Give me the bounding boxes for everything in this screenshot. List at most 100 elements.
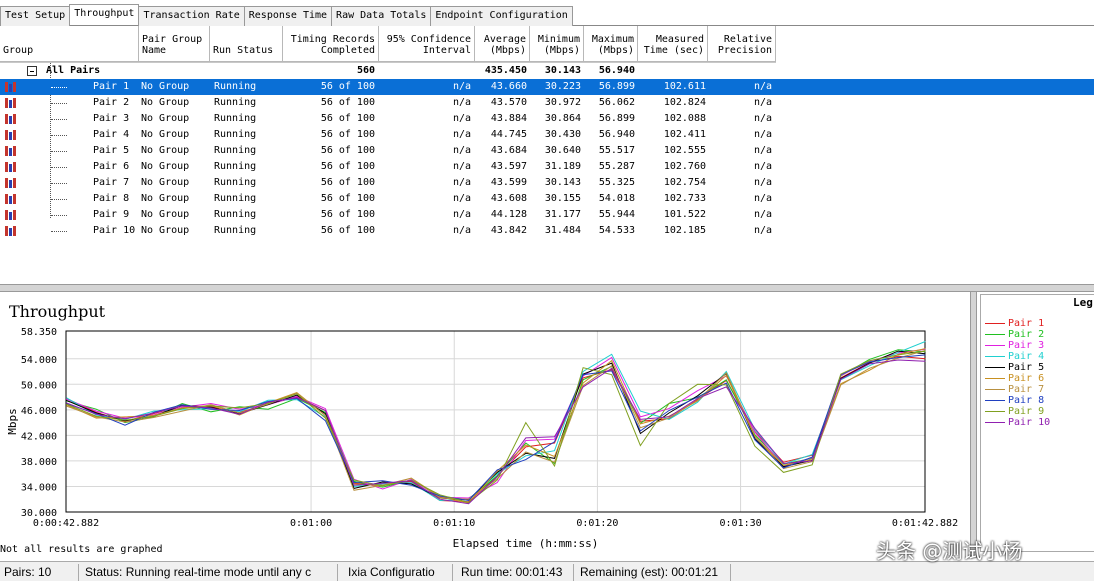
column-header-pair-group-name[interactable]: Pair Group Name — [139, 26, 210, 62]
legend-swatch — [985, 378, 1005, 379]
y-axis-label: Mbps — [6, 408, 19, 435]
cell-maximum: 55.944 — [598, 209, 635, 220]
horizontal-splitter[interactable] — [0, 284, 1094, 292]
cell-average: 43.884 — [490, 113, 527, 124]
x-tick-label: 0:01:00 — [290, 518, 332, 529]
table-row[interactable]: Pair 10 No Group Running 56 of 100 n/a 43.842… — [0, 223, 1094, 239]
table-row[interactable]: Pair 9 No Group Running 56 of 100 n/a 44.128 3… — [0, 207, 1094, 223]
cell-timing-records: 56 of 100 — [320, 193, 375, 204]
cell-minimum: 31.189 — [544, 161, 581, 172]
tab-raw-data-totals[interactable]: Raw Data Totals — [331, 6, 432, 26]
tab-endpoint-configuration[interactable]: Endpoint Configuration — [430, 6, 573, 26]
cell-pair-name: Pair 4 — [93, 129, 130, 140]
x-tick-label: 0:00:42.882 — [33, 518, 99, 529]
tree-branch — [51, 167, 67, 168]
cell-confidence-interval: n/a — [452, 225, 471, 236]
column-header-label: Name — [142, 45, 167, 56]
cell-minimum: 31.177 — [544, 209, 581, 220]
cell-run-status: Running — [214, 177, 257, 188]
legend-title: Leg — [1073, 296, 1093, 309]
column-header-label: (Mbps) — [597, 45, 634, 56]
tab-test-setup[interactable]: Test Setup — [0, 6, 71, 26]
legend-swatch — [985, 356, 1005, 357]
column-header-label: Maximum — [591, 34, 634, 45]
x-tick-label: 0:01:20 — [576, 518, 618, 529]
column-header-timing-records[interactable]: Timing Records Completed — [283, 26, 379, 62]
status-run-time: Run time: 00:01:43 — [457, 564, 574, 581]
cell-pair-group: No Group — [141, 129, 190, 140]
cell-pair-group: No Group — [141, 113, 190, 124]
vertical-splitter[interactable] — [970, 292, 977, 558]
legend-swatch — [985, 323, 1005, 324]
table-row[interactable]: Pair 7 No Group Running 56 of 100 n/a 43.599 3… — [0, 175, 1094, 191]
y-tick-label: 54.000 — [21, 355, 57, 366]
cell-average: 43.599 — [490, 177, 527, 188]
table-row[interactable]: Pair 3 No Group Running 56 of 100 n/a 43.884 3… — [0, 111, 1094, 127]
cell-pair-group: No Group — [141, 145, 190, 156]
cell-average: 43.660 — [490, 81, 527, 92]
legend-swatch — [985, 400, 1005, 401]
pair-chart-icon — [5, 82, 16, 92]
status-configuration: Ixia Configuratio — [344, 564, 453, 581]
cell-measured-time: 102.088 — [663, 113, 706, 124]
cell-run-status: Running — [214, 81, 257, 92]
status-remaining: Remaining (est): 00:01:21 — [576, 564, 731, 581]
tab-transaction-rate[interactable]: Transaction Rate — [138, 6, 245, 26]
column-header-relative-precision[interactable]: Relative Precision — [708, 26, 776, 62]
tree-branch — [51, 183, 67, 184]
status-run-state: Status: Running real-time mode until any… — [81, 564, 338, 581]
watermark: 头条 @测试小杨 — [876, 539, 1023, 563]
pair-chart-icon — [5, 194, 16, 204]
legend-label: Pair 6 — [1008, 373, 1045, 384]
column-header-group[interactable]: Group — [0, 26, 139, 62]
cell-pair-group: No Group — [141, 209, 190, 220]
cell-timing-records: 56 of 100 — [320, 97, 375, 108]
tab-response-time[interactable]: Response Time — [243, 6, 333, 26]
cell-confidence-interval: n/a — [452, 113, 471, 124]
y-tick-label: 50.000 — [21, 380, 57, 391]
cell-average: 43.842 — [490, 225, 527, 236]
summary-records: 560 — [356, 65, 375, 76]
tree-branch — [51, 151, 67, 152]
collapse-toggle-icon[interactable] — [27, 66, 37, 76]
cell-run-status: Running — [214, 209, 257, 220]
column-header-label: Precision — [717, 45, 772, 56]
column-header-maximum[interactable]: Maximum (Mbps) — [584, 26, 638, 62]
cell-measured-time: 102.754 — [663, 177, 706, 188]
cell-average: 44.745 — [490, 129, 527, 140]
plot-frame — [65, 330, 926, 513]
column-header-confidence-interval[interactable]: 95% Confidence Interval — [379, 26, 475, 62]
table-row[interactable]: Pair 6 No Group Running 56 of 100 n/a 43.597 3… — [0, 159, 1094, 175]
cell-pair-name: Pair 6 — [93, 161, 130, 172]
legend-label: Pair 4 — [1008, 351, 1045, 362]
column-header-minimum[interactable]: Minimum (Mbps) — [530, 26, 584, 62]
column-header-measured-time[interactable]: Measured Time (sec) — [638, 26, 708, 62]
summary-average: 435.450 — [484, 65, 527, 76]
summary-row[interactable]: All Pairs 560 435.450 30.143 56.940 — [0, 63, 1094, 79]
legend-swatch — [985, 422, 1005, 423]
table-row[interactable]: Pair 5 No Group Running 56 of 100 n/a 43.684 3… — [0, 143, 1094, 159]
cell-relative-precision: n/a — [753, 81, 772, 92]
column-header-label: Average — [483, 34, 526, 45]
table-row[interactable]: Pair 4 No Group Running 56 of 100 n/a 44.745 3… — [0, 127, 1094, 143]
column-header-average[interactable]: Average (Mbps) — [475, 26, 530, 62]
table-row[interactable]: Pair 8 No Group Running 56 of 100 n/a 43.608 3… — [0, 191, 1094, 207]
cell-timing-records: 56 of 100 — [320, 209, 375, 220]
tree-branch — [51, 119, 67, 120]
cell-confidence-interval: n/a — [452, 161, 471, 172]
cell-measured-time: 102.733 — [663, 193, 706, 204]
tab-throughput[interactable]: Throughput — [69, 4, 140, 25]
table-row[interactable]: Pair 2 No Group Running 56 of 100 n/a 43.570 3… — [0, 95, 1094, 111]
cell-measured-time: 102.185 — [663, 225, 706, 236]
legend-swatch — [985, 345, 1005, 346]
tree-branch — [51, 135, 67, 136]
cell-minimum: 30.864 — [544, 113, 581, 124]
cell-maximum: 55.517 — [598, 145, 635, 156]
column-header-run-status[interactable]: Run Status — [210, 26, 283, 62]
column-header-label: 95% Confidence — [386, 34, 471, 45]
y-tick-label: 46.000 — [21, 406, 57, 417]
tree-branch — [51, 87, 67, 88]
x-tick-label: 0:01:10 — [433, 518, 475, 529]
table-row[interactable]: Pair 1 No Group Running 56 of 100 n/a 43.660 3… — [0, 79, 1094, 95]
cell-average: 43.608 — [490, 193, 527, 204]
